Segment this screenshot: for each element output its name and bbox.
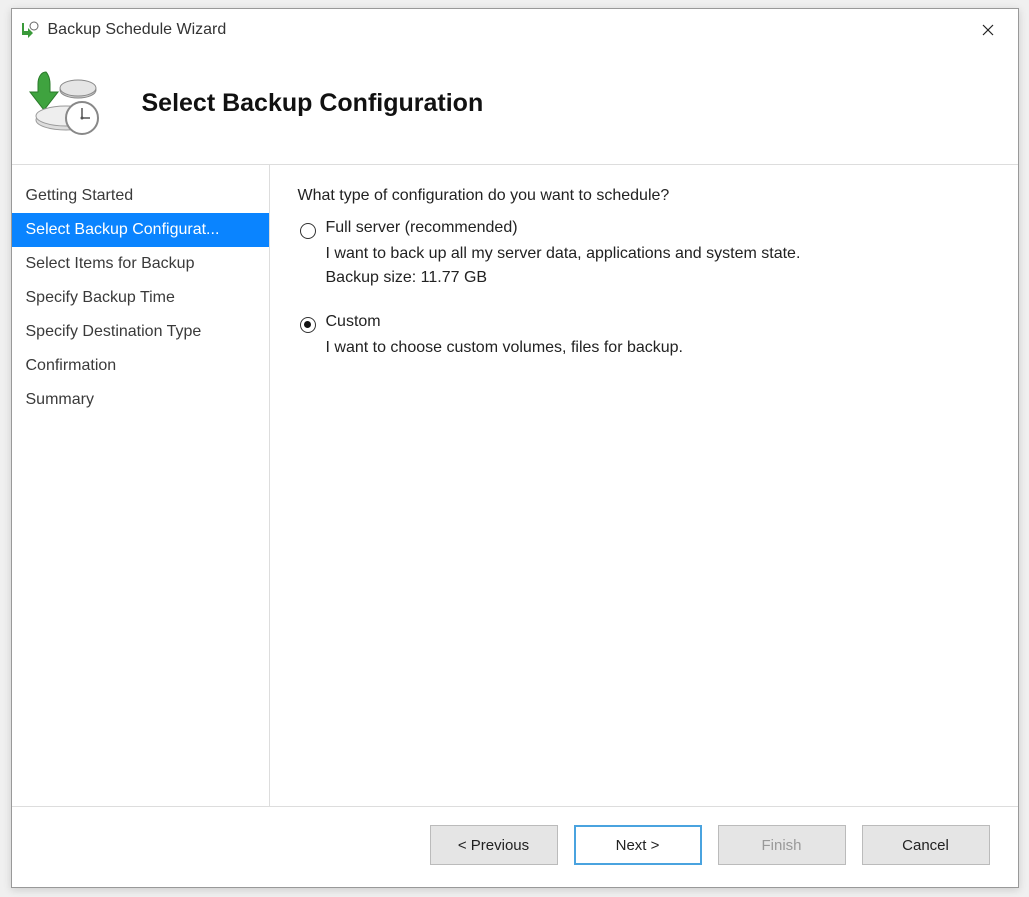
option-custom[interactable]: Custom I want to choose custom volumes, … (298, 313, 990, 363)
finish-button: Finish (718, 825, 846, 865)
option-full-server[interactable]: Full server (recommended) I want to back… (298, 219, 990, 293)
step-getting-started[interactable]: Getting Started (12, 179, 269, 213)
step-confirmation[interactable]: Confirmation (12, 349, 269, 383)
step-destination-type[interactable]: Specify Destination Type (12, 315, 269, 349)
option-label-full-server: Full server (recommended) (326, 219, 518, 237)
radio-custom[interactable] (300, 317, 316, 333)
step-summary[interactable]: Summary (12, 383, 269, 417)
titlebar: Backup Schedule Wizard (12, 9, 1018, 50)
close-button[interactable] (966, 15, 1010, 45)
window-title: Backup Schedule Wizard (48, 21, 966, 39)
option-label-custom: Custom (326, 313, 381, 331)
content-pane: What type of configuration do you want t… (270, 165, 1018, 806)
step-select-items[interactable]: Select Items for Backup (12, 247, 269, 281)
option-desc-custom: I want to choose custom volumes, files f… (326, 339, 990, 357)
wizard-window: Backup Schedule Wizard Select Backup Con… (11, 8, 1019, 888)
cancel-button[interactable]: Cancel (862, 825, 990, 865)
step-select-backup-configuration[interactable]: Select Backup Configurat... (12, 213, 269, 247)
wizard-header: Select Backup Configuration (12, 50, 1018, 165)
close-icon (982, 24, 994, 36)
next-button[interactable]: Next > (574, 825, 702, 865)
option-desc-full-server: I want to back up all my server data, ap… (326, 245, 990, 263)
backup-icon (22, 70, 112, 136)
app-icon (20, 20, 40, 40)
step-specify-time[interactable]: Specify Backup Time (12, 281, 269, 315)
steps-sidebar: Getting Started Select Backup Configurat… (12, 165, 270, 806)
previous-button[interactable]: < Previous (430, 825, 558, 865)
wizard-body: Getting Started Select Backup Configurat… (12, 165, 1018, 806)
config-prompt: What type of configuration do you want t… (298, 187, 990, 205)
option-size-full-server: Backup size: 11.77 GB (326, 269, 990, 287)
radio-full-server[interactable] (300, 223, 316, 239)
page-title: Select Backup Configuration (142, 89, 484, 118)
wizard-footer: < Previous Next > Finish Cancel (12, 806, 1018, 887)
